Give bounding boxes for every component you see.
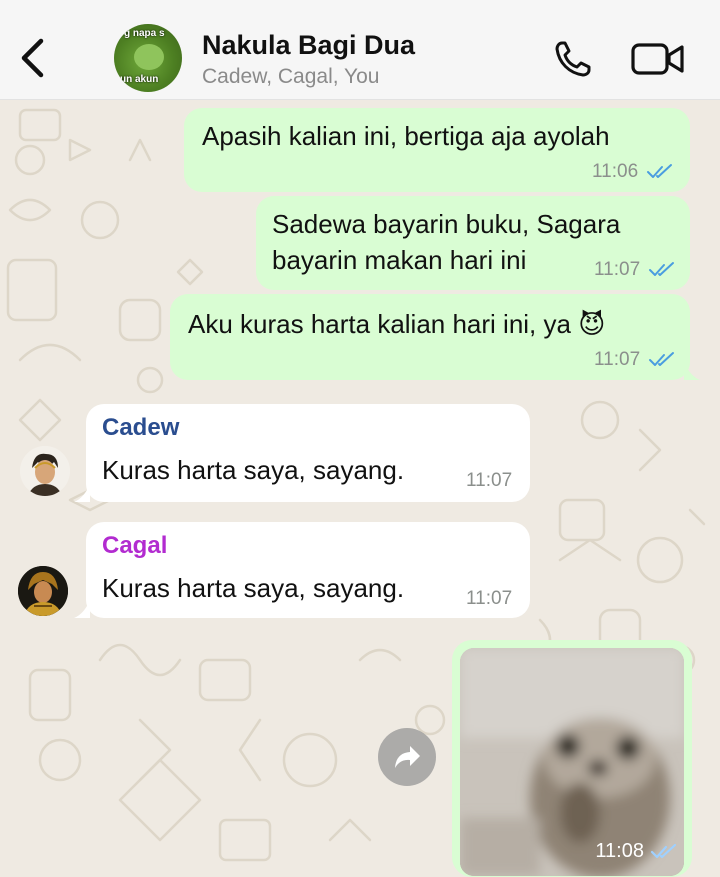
message-text-line: bayarin makan hari ini (272, 245, 527, 275)
message-text-line: Sadewa bayarin buku, Sagara (272, 209, 621, 239)
message-time: 11:07 (594, 259, 641, 280)
avatar-caption-top: g napa s (124, 28, 165, 39)
bubble-tail (684, 362, 700, 380)
message-bubble-incoming[interactable]: Cagal Kuras harta saya, sayang. 11:07 (86, 522, 530, 618)
avatar-figure (134, 44, 164, 70)
message-time: 11:08 (595, 840, 644, 862)
message-bubble-outgoing[interactable]: Apasih kalian ini, bertiga aja ayolah 11… (184, 108, 690, 192)
message-time: 11:07 (466, 588, 513, 609)
double-check-icon (649, 262, 674, 276)
phone-icon (555, 41, 591, 77)
group-avatar[interactable]: g napa s un akun (114, 24, 182, 92)
avatar[interactable] (18, 566, 68, 616)
blurry-photo (460, 648, 684, 876)
sender-name[interactable]: Cadew (102, 414, 179, 442)
message-time: 11:07 (594, 349, 641, 370)
avatar[interactable] (20, 446, 70, 496)
message-text: Kuras harta saya, sayang. (102, 573, 405, 603)
video-call-button[interactable] (628, 36, 688, 82)
sender-name[interactable]: Cagal (102, 532, 167, 560)
group-members[interactable]: Cadew, Cagal, You (202, 65, 379, 89)
bubble-tail (74, 484, 90, 502)
media-image[interactable] (460, 648, 684, 876)
double-check-icon (650, 843, 677, 859)
member-avatar-cadew (20, 446, 70, 496)
message-bubble-outgoing[interactable]: Sadewa bayarin buku, Sagara bayarin maka… (256, 196, 690, 290)
back-button[interactable] (10, 32, 54, 84)
message-time: 11:06 (592, 161, 639, 182)
chat-header: g napa s un akun Nakula Bagi Dua Cadew, … (0, 0, 720, 100)
message-bubble-outgoing[interactable]: Aku kuras harta kalian hari ini, ya 😈 11… (170, 294, 690, 380)
message-text: Apasih kalian ini, bertiga aja ayolah (202, 121, 610, 151)
message-text: Aku kuras harta kalian hari ini, ya 😈 (188, 309, 606, 339)
double-check-icon (649, 352, 674, 366)
double-check-icon (647, 164, 672, 178)
avatar-caption-bottom: un akun (120, 74, 159, 85)
voice-call-button[interactable] (548, 36, 598, 82)
group-name[interactable]: Nakula Bagi Dua (202, 30, 415, 61)
media-message-bubble[interactable]: 11:08 (452, 640, 692, 877)
forward-arrow-icon (395, 746, 420, 768)
message-text: Kuras harta saya, sayang. (102, 455, 405, 485)
video-camera-icon (631, 43, 684, 75)
member-avatar-cagal (18, 566, 68, 616)
message-bubble-incoming[interactable]: Cadew Kuras harta saya, sayang. 11:07 (86, 404, 530, 502)
bubble-tail (74, 600, 90, 618)
message-time: 11:07 (466, 470, 513, 491)
chevron-left-icon (21, 38, 44, 78)
forward-button[interactable] (378, 728, 436, 786)
